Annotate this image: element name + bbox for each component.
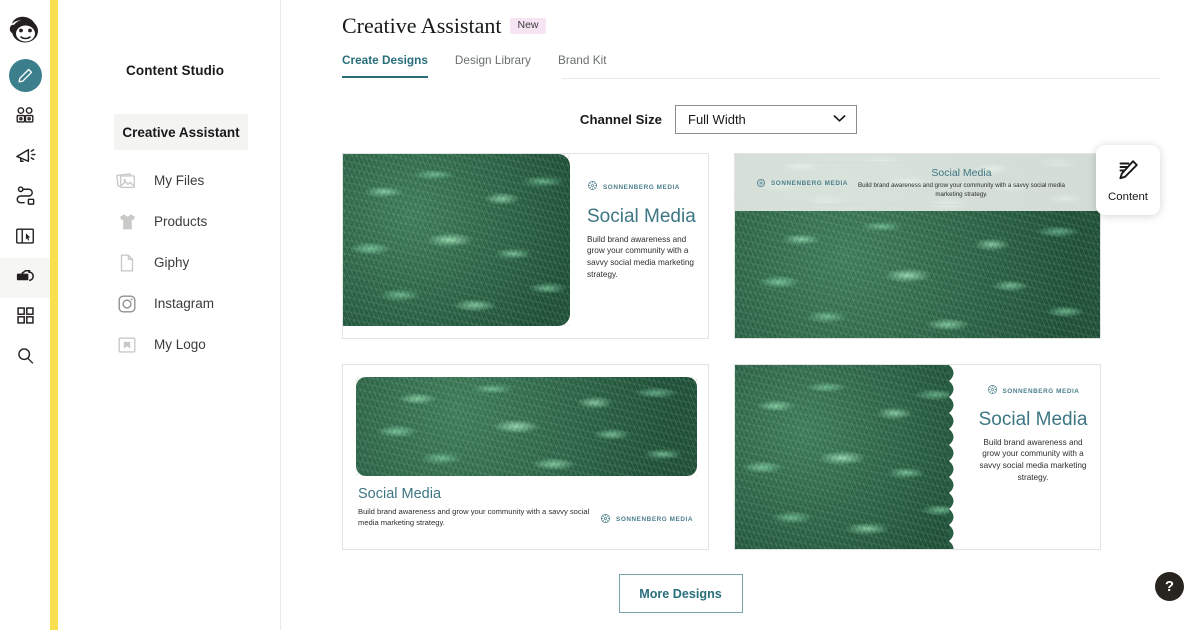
design-text-block: Social Media Build brand awareness and g… bbox=[848, 166, 1081, 200]
audience-icon bbox=[14, 105, 36, 132]
design-card[interactable]: SONNENBERG MEDIA Social Media Build bran… bbox=[342, 153, 709, 339]
apps-grid-icon bbox=[15, 305, 36, 331]
brand-yellow-stripe bbox=[50, 0, 58, 630]
channel-size-control: Channel Size Full Width bbox=[281, 78, 1200, 134]
channel-size-value: Full Width bbox=[688, 112, 746, 127]
header-divider bbox=[562, 78, 1160, 79]
more-designs-row: More Designs bbox=[281, 550, 1200, 613]
search-button[interactable] bbox=[0, 338, 50, 378]
content-floating-label: Content bbox=[1108, 190, 1148, 203]
design-grid: SONNENBERG MEDIA Social Media Build bran… bbox=[281, 134, 1200, 550]
page-header: Creative Assistant New Create Designs De… bbox=[281, 0, 1200, 78]
sidebar-item-my-logo[interactable]: My Logo bbox=[58, 324, 281, 365]
status-badge: New bbox=[510, 18, 546, 34]
brand-logo: SONNENBERG MEDIA bbox=[756, 175, 848, 193]
design-body: Build brand awareness and grow your comm… bbox=[587, 234, 694, 279]
sidebar-item-label: Creative Assistant bbox=[122, 124, 240, 140]
tab-bar: Create Designs Design Library Brand Kit bbox=[342, 53, 1200, 78]
sidebar-item-products[interactable]: Products bbox=[58, 201, 281, 242]
brand-logo: SONNENBERG MEDIA bbox=[987, 382, 1080, 400]
design-heading: Social Media bbox=[978, 409, 1088, 430]
sidebar-item-label: My Files bbox=[154, 173, 205, 188]
design-banner-inner: SONNENBERG MEDIA Social Media Build bran… bbox=[746, 162, 1091, 205]
design-image bbox=[735, 365, 963, 549]
app-root: Content Studio Creative Assistant My Fil… bbox=[0, 0, 1200, 630]
design-body: Build brand awareness and grow your comm… bbox=[857, 181, 1066, 198]
chevron-down-icon bbox=[833, 114, 846, 126]
main-content: Creative Assistant New Create Designs De… bbox=[281, 0, 1200, 630]
document-icon bbox=[114, 250, 140, 276]
design-text-block: SONNENBERG MEDIA Social Media Build bran… bbox=[977, 382, 1089, 483]
sidebar-item-label: Giphy bbox=[154, 255, 190, 270]
content-studio-icon bbox=[14, 264, 37, 292]
sidebar-item-content[interactable] bbox=[0, 258, 50, 298]
sonnenberg-flower-mark bbox=[587, 178, 598, 196]
page-title: Creative Assistant bbox=[342, 13, 502, 38]
sidebar-item-instagram[interactable]: Instagram bbox=[58, 283, 281, 324]
content-studio-sidebar: Content Studio Creative Assistant My Fil… bbox=[58, 0, 281, 630]
sidebar-item-label: Instagram bbox=[154, 296, 215, 311]
design-text-block: SONNENBERG MEDIA Social Media Build bran… bbox=[587, 178, 699, 280]
design-heading: Social Media bbox=[587, 206, 696, 227]
design-image bbox=[356, 377, 697, 476]
sidebar-item-create[interactable] bbox=[0, 52, 50, 98]
pencil-icon bbox=[8, 58, 42, 92]
channel-size-label: Channel Size bbox=[579, 112, 662, 127]
design-body: Build brand awareness and grow your comm… bbox=[358, 507, 590, 527]
sidebar-item-campaigns[interactable] bbox=[0, 138, 50, 178]
website-icon bbox=[14, 225, 36, 252]
question-mark-icon: ? bbox=[1164, 578, 1175, 595]
brand-logo: SONNENBERG MEDIA bbox=[587, 178, 680, 196]
automations-icon bbox=[14, 184, 37, 212]
design-card[interactable]: SONNENBERG MEDIA Social Media Build bran… bbox=[734, 364, 1101, 550]
tshirt-icon bbox=[114, 209, 140, 235]
design-card[interactable]: Social Media Build brand awareness and g… bbox=[342, 364, 709, 550]
brand-name: SONNENBERG MEDIA bbox=[1002, 387, 1080, 395]
sidebar-item-label: Products bbox=[154, 214, 208, 229]
tab-design-library[interactable]: Design Library bbox=[455, 53, 531, 78]
sonnenberg-flower-mark bbox=[600, 511, 611, 529]
design-card[interactable]: SONNENBERG MEDIA Social Media Build bran… bbox=[734, 153, 1101, 339]
help-button[interactable]: ? bbox=[1155, 572, 1184, 601]
sidebar-item-giphy[interactable]: Giphy bbox=[58, 242, 281, 283]
sidebar-nav-list: Creative Assistant My Files Products Gip… bbox=[58, 114, 281, 365]
sidebar-title: Content Studio bbox=[126, 63, 225, 78]
sidebar-item-website[interactable] bbox=[0, 218, 50, 258]
sidebar-item-automations[interactable] bbox=[0, 178, 50, 218]
design-image bbox=[735, 211, 1100, 338]
megaphone-icon bbox=[14, 144, 37, 172]
instagram-icon bbox=[114, 291, 140, 317]
design-heading: Social Media bbox=[358, 486, 442, 502]
pencil-lines-icon bbox=[1116, 158, 1140, 187]
search-icon bbox=[15, 345, 36, 371]
design-banner-panel: SONNENBERG MEDIA Social Media Build bran… bbox=[735, 154, 1100, 211]
sidebar-item-label: My Logo bbox=[154, 337, 206, 352]
design-body: Build brand awareness and grow your comm… bbox=[979, 437, 1087, 482]
more-designs-button[interactable]: More Designs bbox=[618, 574, 743, 613]
logo-frame-icon bbox=[114, 332, 140, 358]
brand-name: SONNENBERG MEDIA bbox=[771, 180, 848, 187]
title-row: Creative Assistant New bbox=[342, 13, 1200, 39]
sidebar-item-my-files[interactable]: My Files bbox=[58, 160, 281, 201]
sonnenberg-flower-mark bbox=[987, 382, 998, 400]
sidebar-item-audience[interactable] bbox=[0, 98, 50, 138]
sidebar-item-creative-assistant[interactable]: Creative Assistant bbox=[114, 114, 248, 150]
sidebar-item-integrations[interactable] bbox=[0, 298, 50, 338]
tab-create-designs[interactable]: Create Designs bbox=[342, 53, 428, 78]
content-floating-button[interactable]: Content bbox=[1096, 145, 1160, 215]
brand-logo: SONNENBERG MEDIA bbox=[600, 511, 693, 529]
design-image bbox=[343, 154, 570, 326]
brand-name: SONNENBERG MEDIA bbox=[616, 516, 693, 524]
design-text-block: Social Media Build brand awareness and g… bbox=[358, 486, 693, 529]
design-copy: Social Media Build brand awareness and g… bbox=[358, 486, 600, 529]
mailchimp-freddie-logo[interactable] bbox=[3, 6, 47, 52]
channel-size-select[interactable]: Full Width bbox=[675, 105, 857, 134]
photos-icon bbox=[114, 168, 140, 194]
tab-brand-kit[interactable]: Brand Kit bbox=[558, 53, 607, 78]
primary-nav-rail bbox=[0, 0, 50, 630]
design-heading: Social Media bbox=[931, 166, 992, 179]
sonnenberg-flower-mark bbox=[756, 175, 766, 193]
brand-name: SONNENBERG MEDIA bbox=[603, 183, 680, 191]
